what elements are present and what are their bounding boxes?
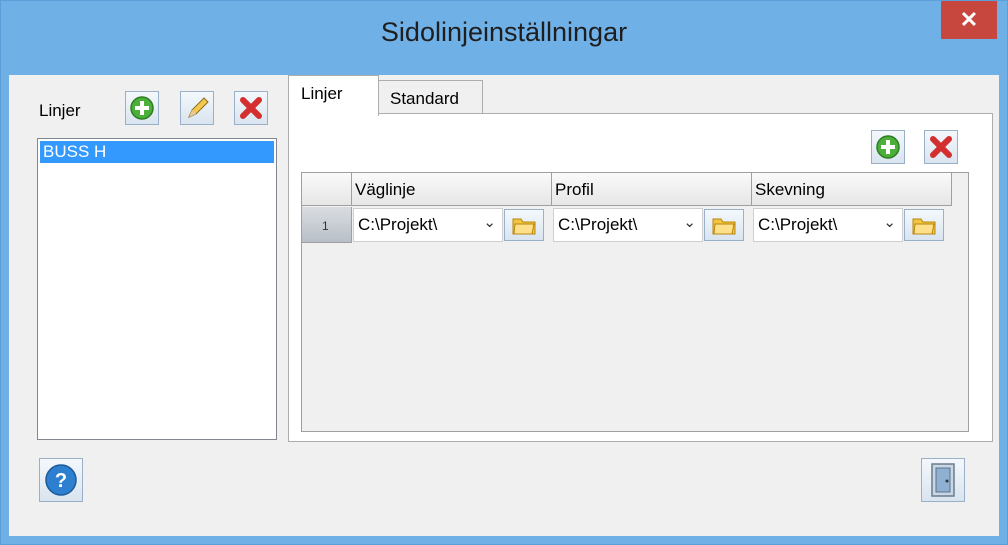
lines-label: Linjer xyxy=(39,101,81,120)
browse-vaglinje-button[interactable] xyxy=(504,209,544,241)
help-icon: ? xyxy=(45,464,77,496)
combo-value: C:\Projekt\ xyxy=(758,215,838,234)
list-item[interactable]: BUSS H xyxy=(40,141,274,163)
browse-profil-button[interactable] xyxy=(704,209,744,241)
tab-label: Linjer xyxy=(301,84,343,103)
tab-label: Standard xyxy=(390,89,459,108)
chevron-down-icon: ⌄ xyxy=(483,214,496,231)
delete-icon xyxy=(240,97,262,119)
lines-list[interactable]: BUSS H xyxy=(37,138,277,440)
vaglinje-combo[interactable]: C:\Projekt\ ⌄ xyxy=(353,208,503,242)
delete-line-button[interactable] xyxy=(234,91,268,125)
tab-panel: Väglinje Profil Skevning 1 C:\Projekt\ ⌄… xyxy=(288,113,993,442)
profil-combo[interactable]: C:\Projekt\ ⌄ xyxy=(553,208,703,242)
title-bar: Sidolinjeinställningar ✕ xyxy=(1,1,1007,75)
dialog-body: Linjer BUSS H Linjer Standard Väglinje P… xyxy=(9,75,999,536)
column-header[interactable]: Väglinje xyxy=(352,173,552,206)
column-header[interactable]: Skevning xyxy=(752,173,952,206)
add-line-button[interactable] xyxy=(125,91,159,125)
column-header[interactable]: Profil xyxy=(552,173,752,206)
add-icon xyxy=(130,96,154,120)
help-button[interactable]: ? xyxy=(39,458,83,502)
delete-row-button[interactable] xyxy=(924,130,958,164)
tab-linjer[interactable]: Linjer xyxy=(288,75,379,116)
window-title: Sidolinjeinställningar xyxy=(380,17,628,47)
edit-line-button[interactable] xyxy=(180,91,214,125)
folder-icon xyxy=(712,218,736,235)
tab-standard[interactable]: Standard xyxy=(377,80,483,115)
grid-corner xyxy=(302,173,352,206)
delete-icon xyxy=(930,136,952,158)
door-icon xyxy=(931,463,955,497)
folder-icon xyxy=(512,218,536,235)
add-icon xyxy=(876,135,900,159)
close-button[interactable]: ✕ xyxy=(941,1,997,39)
skevning-combo[interactable]: C:\Projekt\ ⌄ xyxy=(753,208,903,242)
dialog-window: Sidolinjeinställningar ✕ Linjer BUSS H L… xyxy=(0,0,1008,545)
folder-icon xyxy=(912,218,936,235)
row-header[interactable]: 1 xyxy=(302,207,352,243)
chevron-down-icon: ⌄ xyxy=(883,214,896,231)
add-row-button[interactable] xyxy=(871,130,905,164)
browse-skevning-button[interactable] xyxy=(904,209,944,241)
pencil-icon xyxy=(188,97,209,118)
svg-text:?: ? xyxy=(55,470,67,492)
combo-value: C:\Projekt\ xyxy=(558,215,638,234)
combo-value: C:\Projekt\ xyxy=(358,215,438,234)
chevron-down-icon: ⌄ xyxy=(683,214,696,231)
exit-button[interactable] xyxy=(921,458,965,502)
lines-grid: Väglinje Profil Skevning 1 C:\Projekt\ ⌄… xyxy=(301,172,969,432)
